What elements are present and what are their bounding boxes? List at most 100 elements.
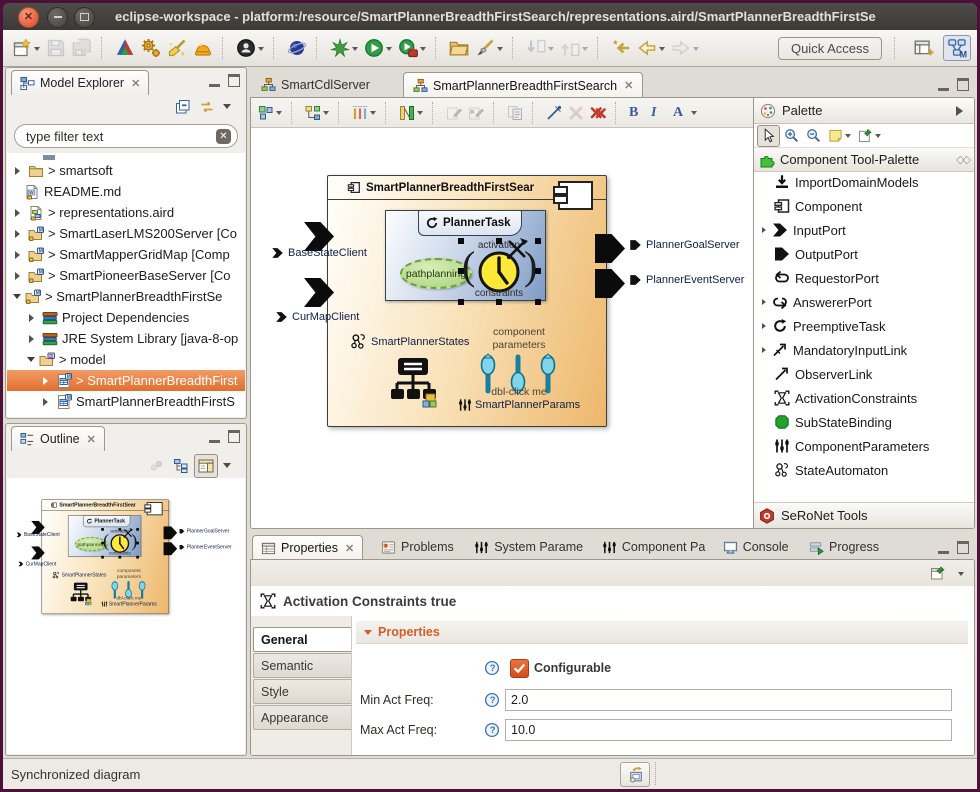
outline-tab[interactable]: Outline ✕ (11, 426, 105, 451)
maximize-window-button[interactable] (74, 7, 95, 28)
palette-item-componentparameters[interactable]: ComponentParameters (754, 434, 974, 458)
selection-handle[interactable] (458, 238, 464, 244)
last-edit-button[interactable] (608, 34, 634, 62)
state-hierarchy-icon[interactable] (389, 356, 437, 411)
dropdown-arrow-icon[interactable] (258, 47, 264, 54)
side-tab-semantic[interactable]: Semantic (253, 653, 351, 678)
collapsed-arrow-icon[interactable] (43, 377, 52, 385)
section-collapse-icon[interactable] (364, 630, 372, 639)
dropdown-arrow-icon[interactable] (582, 47, 588, 54)
expanded-arrow-icon[interactable] (13, 294, 21, 303)
port-label-plannereventserver[interactable]: PlannerEventServer (629, 274, 744, 286)
close-editor-icon[interactable]: ✕ (624, 79, 633, 92)
bold-button[interactable]: B (626, 99, 648, 127)
titlebar[interactable]: ✕ eclipse-workspace - platform:/resource… (3, 3, 977, 30)
collapsed-arrow-icon[interactable] (29, 314, 38, 322)
modeling-perspective-button[interactable]: M (943, 35, 971, 61)
tab-problems[interactable]: Problems (373, 535, 462, 559)
states-label[interactable]: SmartPlannerStates (350, 333, 469, 350)
italic-button[interactable]: I (648, 99, 670, 127)
arrange-button[interactable] (255, 99, 285, 127)
collapsed-arrow-icon[interactable] (29, 335, 38, 343)
minimize-editor-button[interactable] (938, 79, 949, 91)
dropdown-arrow-icon[interactable] (659, 47, 665, 54)
side-tab-appearance[interactable]: Appearance (253, 705, 351, 730)
pin-drawer-icon[interactable]: ◇◇ (956, 153, 969, 166)
port-label-plannergoalserver[interactable]: PlannerGoalServer (629, 239, 740, 251)
collapsed-arrow-icon[interactable] (762, 299, 769, 305)
tree-item-jre-system-library-java-8-op[interactable]: JRE System Library [java-8-op (7, 328, 245, 349)
minimize-window-button[interactable] (47, 7, 68, 28)
palette-item-stateautomaton[interactable]: StateAutomaton (754, 458, 974, 482)
overview-button[interactable] (194, 454, 218, 478)
collapse-all-button[interactable] (172, 96, 194, 118)
zoom-in-button[interactable] (781, 126, 802, 146)
tree-item-smartplannerbreadthfirsts[interactable]: MSmartPlannerBreadthFirstS (7, 391, 245, 412)
run-button[interactable] (361, 34, 395, 62)
filter-box[interactable]: ✕ (14, 124, 238, 148)
pin-view-icon[interactable] (930, 565, 946, 581)
tree-item-model[interactable]: > model (7, 349, 245, 370)
minimize-view-button[interactable] (209, 75, 220, 87)
minimize-view-button[interactable] (938, 542, 949, 554)
distribute-button[interactable] (349, 99, 379, 127)
fontA-button[interactable]: A (670, 99, 700, 127)
selection-handle[interactable] (458, 268, 464, 274)
palette-item-answererport[interactable]: AnswererPort (754, 290, 974, 314)
gears-button[interactable] (138, 34, 164, 62)
close-view-icon[interactable]: ✕ (131, 77, 140, 90)
dropdown-arrow-icon[interactable] (691, 111, 697, 118)
dropdown-arrow-icon[interactable] (417, 111, 423, 118)
configurable-checkbox[interactable] (510, 659, 529, 678)
planet-button[interactable] (284, 34, 310, 62)
cursor-button[interactable] (757, 125, 780, 147)
broom-button[interactable] (164, 34, 190, 62)
tree-item-smartplannerbreadthfirst[interactable]: M> SmartPlannerBreadthFirst (7, 370, 245, 391)
align-button[interactable] (302, 99, 332, 127)
zoom-out-button[interactable] (803, 126, 824, 146)
maximize-view-button[interactable] (957, 541, 969, 554)
palette-header[interactable]: Palette (754, 98, 974, 124)
maximize-view-button[interactable] (228, 430, 240, 443)
min-act-freq-input[interactable] (505, 689, 952, 711)
dropdown-arrow-icon[interactable] (693, 47, 699, 54)
selection-handle[interactable] (496, 299, 502, 305)
view-menu-icon[interactable] (958, 572, 964, 579)
user-button[interactable] (233, 34, 267, 62)
close-window-button[interactable]: ✕ (18, 7, 39, 28)
view-menu-button[interactable] (220, 96, 242, 118)
side-tab-style[interactable]: Style (253, 679, 351, 704)
collapsed-arrow-icon[interactable] (43, 398, 52, 406)
collapsed-arrow-icon[interactable] (762, 227, 769, 233)
selection-handle[interactable] (458, 299, 464, 305)
dropdown-arrow-icon[interactable] (34, 47, 40, 54)
palette-item-component[interactable]: Component (754, 194, 974, 218)
palette-item-substatebinding[interactable]: SubStateBinding (754, 410, 974, 434)
tree-item-readme-md[interactable]: wREADME.md (7, 181, 245, 202)
maximize-editor-button[interactable] (957, 78, 969, 91)
palette-item-observerlink[interactable]: ObserverLink (754, 362, 974, 386)
palette-item-requestorport[interactable]: RequestorPort (754, 266, 974, 290)
tab-console[interactable]: Console (715, 535, 797, 559)
open-perspective-button[interactable] (911, 36, 937, 60)
selection-handle[interactable] (535, 238, 541, 244)
back-button[interactable] (634, 34, 668, 62)
diagram-canvas[interactable]: SmartPlannerBreadthFirstSear PlannerTask… (251, 128, 753, 528)
dropdown-arrow-icon[interactable] (352, 47, 358, 54)
selection-handle[interactable] (535, 299, 541, 305)
collapsed-arrow-icon[interactable] (15, 230, 24, 238)
help-icon[interactable]: ? (484, 660, 500, 676)
tab-properties[interactable]: Properties✕ (252, 535, 363, 560)
palette-item-importdomainmodels[interactable]: ImportDomainModels (754, 170, 974, 194)
dropdown-arrow-icon[interactable] (845, 134, 851, 141)
palette-group-component-tool-palette[interactable]: Component Tool-Palette ◇◇ (754, 148, 974, 172)
link-editor-button[interactable] (196, 96, 218, 118)
minimize-view-button[interactable] (209, 431, 220, 443)
help-icon[interactable]: ? (484, 722, 500, 738)
palette-item-outputport[interactable]: OutputPort (754, 242, 974, 266)
palette-item-activationconstraints[interactable]: ActivationConstraints (754, 386, 974, 410)
tree-view-button[interactable] (170, 455, 192, 477)
tree-item-representations-aird[interactable]: > representations.aird (7, 202, 245, 223)
view-menu-button[interactable] (220, 455, 242, 477)
prism-button[interactable] (112, 34, 138, 62)
